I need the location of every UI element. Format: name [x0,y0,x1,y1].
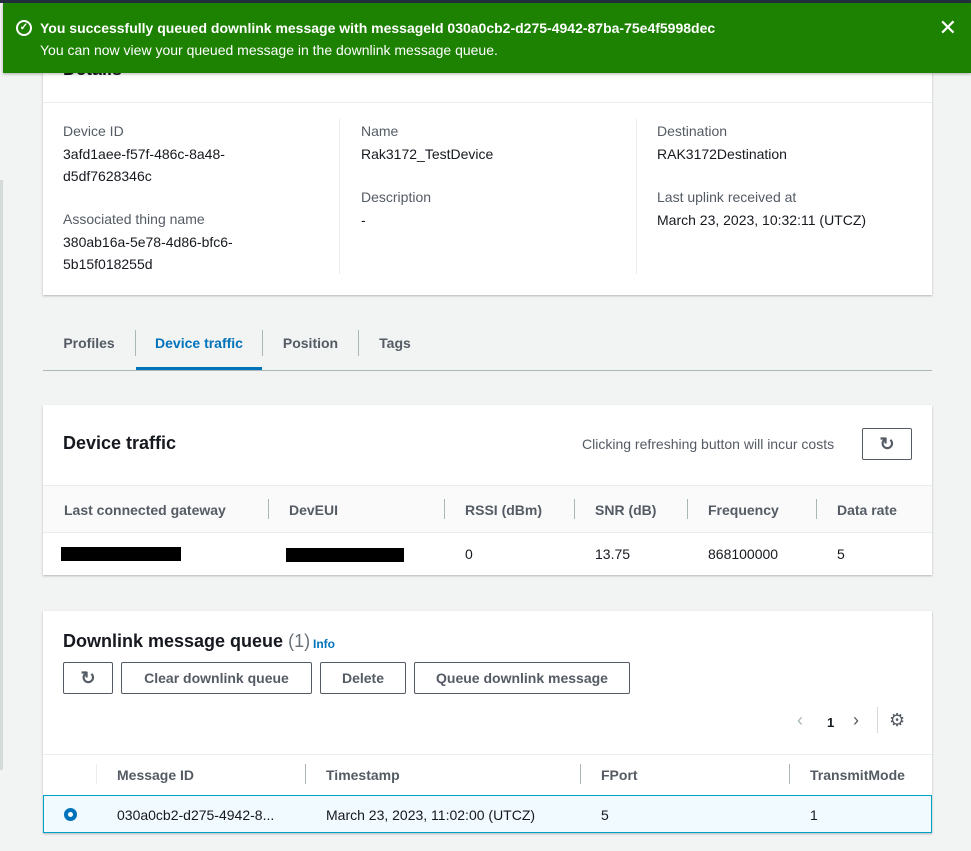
device-traffic-title: Device traffic [63,433,177,453]
scrollbar[interactable] [0,180,3,770]
message-id-value: 030a0cb2-d275-4942-8... [117,807,275,823]
refresh-icon: ↻ [879,434,895,454]
tab-bar: Profiles Device traffic Position Tags [43,325,932,371]
frequency-value: 868100000 [708,546,779,562]
table-row[interactable]: 030a0cb2-d275-4942-8... March 23, 2023, … [43,795,932,833]
description-label: Description [361,189,432,205]
tab-tags[interactable]: Tags [359,325,431,370]
thing-label: Associated thing name [63,211,205,227]
redacted-gateway [61,547,181,561]
delete-button[interactable]: Delete [320,662,406,694]
cost-note: Clicking refreshing button will incur co… [582,436,835,452]
info-link[interactable]: Info [313,637,335,651]
destination-value: RAK3172Destination [657,146,787,162]
refresh-queue-button[interactable]: ↻ [63,662,113,694]
destination-label: Destination [657,123,728,139]
refresh-icon: ↻ [80,668,96,688]
col-data-rate[interactable]: Data rate [837,502,897,518]
transmit-mode-value: 1 [810,807,818,823]
downlink-queue-card: Downlink message queue (1) Info ↻ Clear … [43,611,932,833]
uplink-label: Last uplink received at [657,189,797,205]
queue-title-text: Downlink message queue [63,631,284,651]
col-frequency[interactable]: Frequency [708,502,779,518]
redacted-deveui [286,548,404,562]
thing-line2: 5b15f018255d [63,256,153,272]
fport-value: 5 [601,807,609,823]
flash-message: You can now view your queued message in … [40,42,498,58]
col-snr[interactable]: SNR (dB) [595,502,656,518]
flash-title: You successfully queued downlink message… [40,20,716,36]
queue-title: Downlink message queue (1) [63,631,310,652]
timestamp-value: March 23, 2023, 11:02:00 (UTCZ) [326,807,536,823]
col-gateway[interactable]: Last connected gateway [64,502,226,518]
name-value: Rak3172_TestDevice [361,146,494,162]
queue-count: (1) [288,631,311,651]
tab-device-traffic[interactable]: Device traffic [136,325,262,370]
col-deveui[interactable]: DevEUI [289,502,338,518]
rssi-value: 0 [465,546,473,562]
queue-downlink-button[interactable]: Queue downlink message [414,662,630,694]
row-radio[interactable] [64,808,77,821]
device-id-label: Device ID [63,123,124,139]
col-rssi[interactable]: RSSI (dBm) [465,502,542,518]
success-flash: ✓ You successfully queued downlink messa… [3,3,971,73]
data-rate-value: 5 [837,546,845,562]
close-icon[interactable]: ✕ [939,15,957,41]
tab-position[interactable]: Position [263,325,358,370]
clear-queue-button[interactable]: Clear downlink queue [121,662,312,694]
col-fport[interactable]: FPort [601,767,638,783]
check-circle-icon: ✓ [16,20,32,36]
name-label: Name [361,123,399,139]
col-transmit-mode[interactable]: TransmitMode [810,767,905,783]
col-message-id[interactable]: Message ID [117,767,194,783]
description-value: - [361,212,366,228]
device-id-line2: d5df7628346c [63,168,152,184]
snr-value: 13.75 [595,546,631,562]
col-timestamp[interactable]: Timestamp [326,767,400,783]
next-page-icon[interactable]: › [853,710,859,731]
uplink-value: March 23, 2023, 10:32:11 (UTCZ) [657,212,867,228]
settings-gear-icon[interactable]: ⚙ [889,710,905,731]
device-traffic-card: Device traffic Clicking refreshing butto… [43,405,932,575]
prev-page-icon[interactable]: ‹ [797,710,803,731]
refresh-traffic-button[interactable]: ↻ [862,428,912,460]
current-page[interactable]: 1 [827,715,834,730]
device-id-line1: 3afd1aee-f57f-486c-8a48- [63,146,225,162]
details-card: Details Device ID 3afd1aee-f57f-486c-8a4… [43,45,932,295]
tab-profiles[interactable]: Profiles [43,325,135,370]
thing-line1: 380ab16a-5e78-4d86-bfc6- [63,234,233,250]
